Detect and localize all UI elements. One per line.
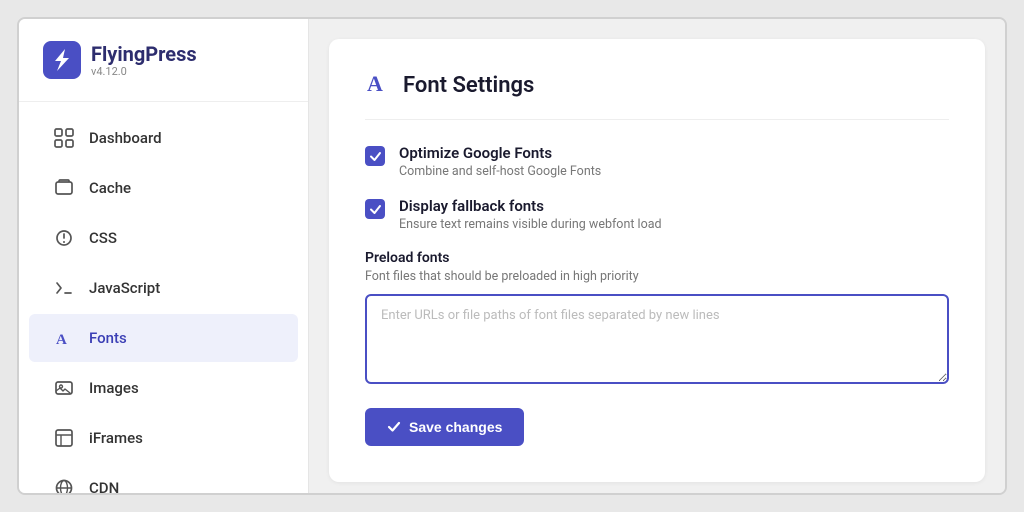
css-icon bbox=[53, 227, 75, 249]
optimize-google-fonts-checkbox[interactable] bbox=[365, 146, 385, 166]
page-header-icon: A bbox=[365, 69, 391, 101]
display-fallback-fonts-text: Display fallback fonts Ensure text remai… bbox=[399, 197, 662, 232]
sidebar: FlyingPress v4.12.0 Dashboard Cache bbox=[19, 19, 309, 493]
svg-text:A: A bbox=[367, 71, 383, 95]
save-changes-button[interactable]: Save changes bbox=[365, 408, 524, 446]
checkmark-icon bbox=[387, 420, 401, 434]
sidebar-item-cdn-label: CDN bbox=[89, 479, 119, 495]
sidebar-item-dashboard[interactable]: Dashboard bbox=[29, 114, 298, 162]
save-button-label: Save changes bbox=[409, 419, 502, 435]
preload-fonts-desc: Font files that should be preloaded in h… bbox=[365, 269, 949, 284]
display-fallback-fonts-checkbox[interactable] bbox=[365, 199, 385, 219]
sidebar-item-images-label: Images bbox=[89, 379, 139, 397]
sidebar-item-cache-label: Cache bbox=[89, 179, 131, 197]
sidebar-item-images[interactable]: Images bbox=[29, 364, 298, 412]
javascript-icon bbox=[53, 277, 75, 299]
dashboard-icon bbox=[53, 127, 75, 149]
sidebar-item-cache[interactable]: Cache bbox=[29, 164, 298, 212]
sidebar-item-css-label: CSS bbox=[89, 229, 117, 247]
cache-icon bbox=[53, 177, 75, 199]
preload-fonts-section: Preload fonts Font files that should be … bbox=[365, 250, 949, 388]
logo-area: FlyingPress v4.12.0 bbox=[19, 19, 308, 102]
page-title: Font Settings bbox=[403, 73, 534, 98]
display-fallback-fonts-row: Display fallback fonts Ensure text remai… bbox=[365, 197, 949, 232]
display-fallback-fonts-desc: Ensure text remains visible during webfo… bbox=[399, 217, 662, 232]
sidebar-item-javascript[interactable]: JavaScript bbox=[29, 264, 298, 312]
sidebar-item-iframes-label: iFrames bbox=[89, 429, 143, 447]
fonts-icon: A bbox=[53, 327, 75, 349]
images-icon bbox=[53, 377, 75, 399]
logo-icon bbox=[43, 41, 81, 79]
sidebar-item-javascript-label: JavaScript bbox=[89, 279, 160, 297]
optimize-google-fonts-desc: Combine and self-host Google Fonts bbox=[399, 164, 601, 179]
optimize-google-fonts-text: Optimize Google Fonts Combine and self-h… bbox=[399, 144, 601, 179]
cdn-icon bbox=[53, 477, 75, 495]
content-card: A Font Settings Optimize Google Fonts Co… bbox=[329, 39, 985, 482]
optimize-google-fonts-label: Optimize Google Fonts bbox=[399, 144, 601, 162]
main-content: A Font Settings Optimize Google Fonts Co… bbox=[309, 19, 1005, 493]
sidebar-item-dashboard-label: Dashboard bbox=[89, 129, 162, 147]
sidebar-nav: Dashboard Cache CSS JavaSc bbox=[19, 102, 308, 495]
iframes-icon bbox=[53, 427, 75, 449]
optimize-google-fonts-row: Optimize Google Fonts Combine and self-h… bbox=[365, 144, 949, 179]
sidebar-item-cdn[interactable]: CDN bbox=[29, 464, 298, 495]
sidebar-item-fonts[interactable]: A Fonts bbox=[29, 314, 298, 362]
display-fallback-fonts-label: Display fallback fonts bbox=[399, 197, 662, 215]
page-header: A Font Settings bbox=[365, 69, 949, 120]
preload-fonts-textarea[interactable] bbox=[365, 294, 949, 384]
sidebar-item-iframes[interactable]: iFrames bbox=[29, 414, 298, 462]
svg-text:A: A bbox=[56, 332, 67, 348]
sidebar-item-fonts-label: Fonts bbox=[89, 329, 127, 347]
sidebar-item-css[interactable]: CSS bbox=[29, 214, 298, 262]
preload-fonts-label: Preload fonts bbox=[365, 250, 949, 266]
logo-text: FlyingPress v4.12.0 bbox=[91, 43, 197, 78]
app-wrapper: FlyingPress v4.12.0 Dashboard Cache bbox=[17, 17, 1007, 495]
app-name: FlyingPress bbox=[91, 43, 197, 65]
app-version: v4.12.0 bbox=[91, 65, 197, 78]
